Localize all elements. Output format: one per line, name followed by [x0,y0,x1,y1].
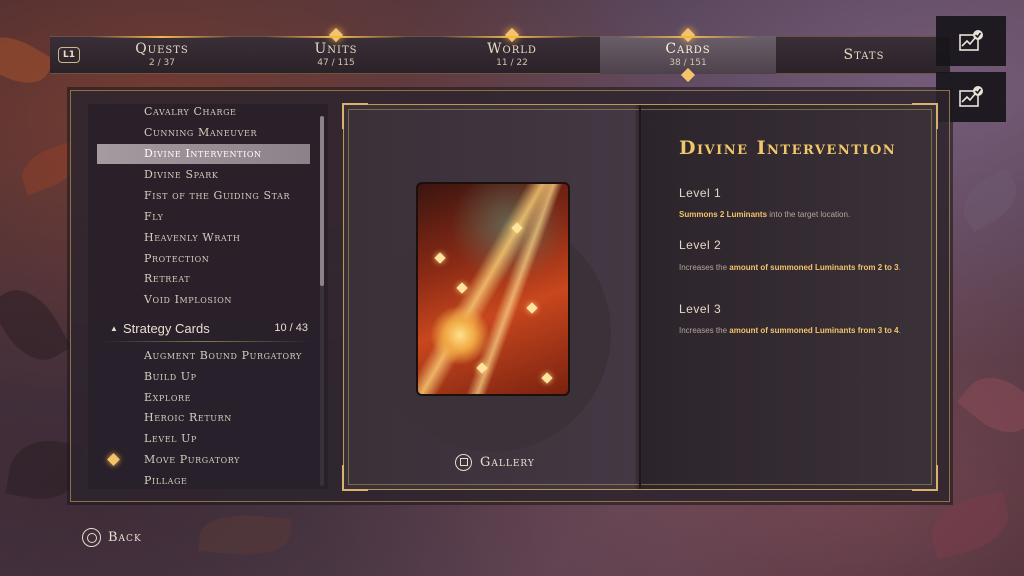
list-item[interactable]: Cavalry Charge [97,102,310,122]
tab-label: Quests [135,41,189,57]
list-item[interactable]: Level Up [97,429,310,449]
level-label: Level 3 [679,302,722,316]
tab-count: 2 / 37 [149,58,175,68]
list-item[interactable]: Void Implosion [97,290,310,310]
card-title: Divine Intervention [679,137,897,159]
tab-label: Cards [665,41,711,57]
level-description: Increases the amount of summoned Luminan… [679,326,901,335]
tab-label: Units [314,41,358,57]
strategy-cards-section-header[interactable]: ▲ Strategy Cards 10 / 43 [100,320,312,342]
tab-glow [617,36,759,38]
list-item-selected[interactable]: Divine Intervention [97,144,310,164]
list-item-label: Move Purgatory [144,453,241,466]
list-item[interactable]: Explore [97,388,310,408]
tab-glow [91,36,233,38]
back-label: Back [108,530,142,545]
list-item[interactable]: Pillage [97,471,310,491]
list-item[interactable]: Retreat [97,269,310,289]
tab-quests[interactable]: Quests 2 / 37 [74,36,250,74]
gallery-button[interactable]: Gallery [455,452,535,472]
list-item[interactable]: Protection [97,249,310,269]
tab-stats[interactable]: Stats [776,36,952,74]
chart-check-icon [959,86,983,107]
book-spine [639,105,641,489]
tab-world[interactable]: World 11 / 22 [424,27,600,74]
list-item[interactable]: Divine Spark [97,165,310,185]
tab-count: 11 / 22 [496,58,528,68]
level-description: Summons 2 Luminants into the target loca… [679,210,851,219]
card-artwork [416,182,570,396]
section-count: 10 / 43 [274,322,308,334]
level-description: Increases the amount of summoned Luminan… [679,263,901,272]
tab-label: World [487,41,537,57]
corner-ornament [912,103,938,129]
new-diamond-icon [107,453,120,466]
tab-cards[interactable]: Cards 38 / 151 [600,27,776,83]
list-item[interactable]: Fly [97,207,310,227]
circle-button-icon [82,528,101,547]
list-scroll-thumb[interactable] [320,116,324,286]
square-button-icon [455,453,472,471]
tab-glow [265,36,407,38]
tab-count: 38 / 151 [669,58,707,68]
chart-check-icon [959,30,983,51]
corner-ornament [342,465,368,491]
tab-count: 47 / 115 [317,58,355,68]
tab-glow [441,36,583,38]
list-item[interactable]: Augment Bound Purgatory [97,346,310,366]
list-item[interactable]: Heavenly Wrath [97,228,310,248]
list-item[interactable]: Cunning Maneuver [97,123,310,143]
list-item-marked[interactable]: Move Purgatory [97,450,310,470]
tab-units[interactable]: Units 47 / 115 [248,27,424,74]
tab-label: Stats [843,47,885,63]
collapse-triangle-icon: ▲ [110,324,118,333]
corner-ornament [912,465,938,491]
gallery-label: Gallery [480,454,535,470]
section-title: Strategy Cards [123,321,210,336]
list-item[interactable]: Fist of the Guiding Star [97,186,310,206]
corner-ornament [342,103,368,129]
back-button[interactable]: Back [82,528,142,547]
level-label: Level 1 [679,186,722,200]
list-item[interactable]: Heroic Return [97,408,310,428]
section-divider [100,341,312,342]
side-button-1[interactable] [936,16,1006,66]
list-item[interactable]: Build Up [97,367,310,387]
level-label: Level 2 [679,238,722,252]
